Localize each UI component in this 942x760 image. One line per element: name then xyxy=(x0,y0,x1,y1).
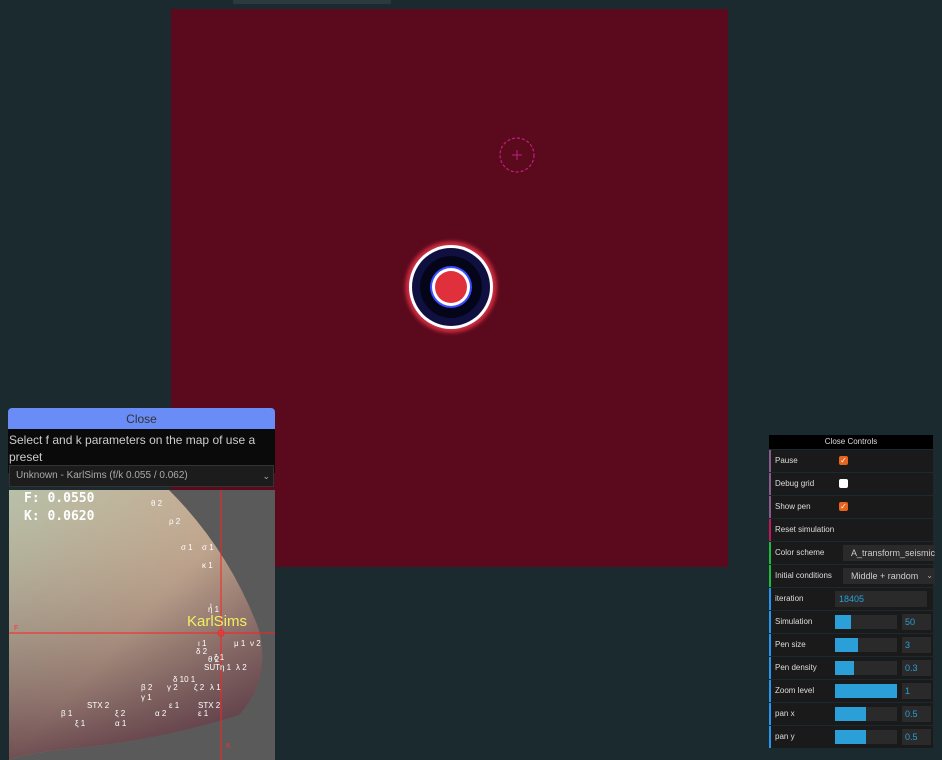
pause-label: Pause xyxy=(775,456,798,465)
debug-grid-checkbox[interactable] xyxy=(839,479,848,488)
show-pen-checkbox[interactable]: ✓ xyxy=(839,502,848,511)
preset-close-button[interactable]: Close xyxy=(8,408,275,429)
map-preset-label[interactable]: ξ 2 xyxy=(115,709,125,718)
map-preset-label[interactable]: λ 2 xyxy=(236,663,247,672)
map-preset-label[interactable]: ξ 1 xyxy=(75,719,85,728)
spot-center xyxy=(435,271,467,303)
controls-panel: Close Controls Pause ✓ Debug grid Show p… xyxy=(769,435,935,748)
map-preset-label[interactable]: β 1 xyxy=(61,709,72,718)
preset-panel: Close Select f and k parameters on the m… xyxy=(8,408,275,760)
initial-conditions-value: Middle + random xyxy=(851,571,919,581)
map-preset-label[interactable]: γ 2 xyxy=(167,683,178,692)
chevron-down-icon: ⌄ xyxy=(926,571,933,580)
map-preset-label[interactable]: γ 1 xyxy=(141,693,152,702)
color-scheme-row: Color scheme A_transform_seismic xyxy=(769,542,935,564)
map-preset-label[interactable]: ε 1 xyxy=(169,701,179,710)
chevron-down-icon: ⌄ xyxy=(262,471,270,481)
color-scheme-label: Color scheme xyxy=(775,548,825,557)
k-readout: K: 0.0620 xyxy=(24,509,95,524)
reset-simulation-button[interactable]: Reset simulation xyxy=(769,519,933,541)
fk-parameter-map[interactable]: F: 0.0550 K: 0.0620 KarlSims F K θ 2 ρ 2 σ… xyxy=(9,490,275,760)
map-preset-label[interactable]: θ 2 xyxy=(151,499,162,508)
simulation-label: Simulation xyxy=(775,617,813,626)
reset-simulation-label: Reset simulation xyxy=(775,525,835,534)
pen-cursor-icon xyxy=(499,137,535,173)
pan-y-row: pan y 0.5 xyxy=(769,726,933,748)
pen-size-value-field[interactable]: 3 xyxy=(902,637,931,653)
initial-conditions-label: Initial conditions xyxy=(775,571,832,580)
map-preset-label[interactable]: β 2 xyxy=(141,683,152,692)
zoom-level-slider[interactable] xyxy=(835,684,897,698)
pan-x-slider[interactable] xyxy=(835,707,897,721)
f-readout: F: 0.0550 xyxy=(24,491,95,506)
pan-x-row: pan x 0.5 xyxy=(769,703,933,725)
pen-density-label: Pen density xyxy=(775,663,817,672)
simulation-slider[interactable] xyxy=(835,615,897,629)
pause-row[interactable]: Pause ✓ xyxy=(769,450,933,472)
map-preset-label[interactable]: κ 1 xyxy=(202,561,213,570)
pan-y-label: pan y xyxy=(775,732,795,741)
zoom-level-label: Zoom level xyxy=(775,686,815,695)
pen-density-slider[interactable] xyxy=(835,661,897,675)
map-preset-label[interactable]: σ 1 xyxy=(181,543,193,552)
top-bar xyxy=(233,0,391,4)
preset-select-value: Unknown - KarlSims (f/k 0.055 / 0.062) xyxy=(16,470,188,481)
map-preset-label[interactable]: ζ 1 xyxy=(214,653,224,662)
map-preset-label[interactable]: α 2 xyxy=(155,709,166,718)
iteration-row: iteration 18405 xyxy=(769,588,933,610)
pan-y-slider-fill xyxy=(835,730,866,744)
debug-grid-row[interactable]: Debug grid xyxy=(769,473,933,495)
pen-density-value-field[interactable]: 0.3 xyxy=(902,660,931,676)
pan-x-slider-fill xyxy=(835,707,866,721)
pen-density-slider-fill xyxy=(835,661,854,675)
map-preset-label[interactable]: σ 1 xyxy=(202,543,214,552)
crosshair-label: KarlSims xyxy=(187,613,248,630)
pen-size-slider[interactable] xyxy=(835,638,897,652)
map-preset-label[interactable]: η 1 xyxy=(208,605,219,614)
iteration-label: iteration xyxy=(775,594,804,603)
pause-checkbox[interactable]: ✓ xyxy=(839,456,848,465)
zoom-level-row: Zoom level 1 xyxy=(769,680,933,702)
map-preset-label[interactable]: STX 2 xyxy=(87,701,109,710)
map-preset-label[interactable]: ν 2 xyxy=(250,639,261,648)
map-preset-label[interactable]: ζ 2 xyxy=(194,683,204,692)
zoom-level-slider-fill xyxy=(835,684,897,698)
iteration-field[interactable]: 18405 xyxy=(835,591,927,607)
pan-x-label: pan x xyxy=(775,709,795,718)
simulation-row: Simulation 50 xyxy=(769,611,933,633)
pan-y-value-field[interactable]: 0.5 xyxy=(902,729,931,745)
initial-conditions-select[interactable]: Middle + random ⌄ xyxy=(843,568,935,584)
initial-conditions-row: Initial conditions Middle + random ⌄ xyxy=(769,565,935,587)
preset-select[interactable]: Unknown - KarlSims (f/k 0.055 / 0.062) ⌄ xyxy=(9,465,274,487)
pen-density-row: Pen density 0.3 xyxy=(769,657,933,679)
zoom-level-value-field[interactable]: 1 xyxy=(902,683,931,699)
pan-x-value-field[interactable]: 0.5 xyxy=(902,706,931,722)
debug-grid-label: Debug grid xyxy=(775,479,815,488)
pen-size-row: Pen size 3 xyxy=(769,634,933,656)
color-scheme-value: A_transform_seismic xyxy=(851,548,935,558)
color-scheme-select[interactable]: A_transform_seismic xyxy=(843,545,935,561)
map-preset-label[interactable]: δ 2 xyxy=(196,647,207,656)
simulation-value-field[interactable]: 50 xyxy=(902,614,931,630)
map-preset-label[interactable]: α 1 xyxy=(115,719,126,728)
map-preset-label[interactable]: λ 1 xyxy=(210,683,221,692)
map-preset-label[interactable]: ε 1 xyxy=(198,709,208,718)
f-axis-label: F xyxy=(14,625,19,632)
slider-rows: Simulation 50 Pen size 3 Pen density 0.3 Zoom … xyxy=(769,611,933,748)
pen-size-label: Pen size xyxy=(775,640,806,649)
map-preset-label[interactable]: η 1 xyxy=(220,663,231,672)
close-controls-button[interactable]: Close Controls xyxy=(769,435,933,449)
map-preset-label[interactable]: ρ 2 xyxy=(169,517,180,526)
pen-size-slider-fill xyxy=(835,638,858,652)
show-pen-label: Show pen xyxy=(775,502,811,511)
show-pen-row[interactable]: Show pen ✓ xyxy=(769,496,933,518)
map-preset-label[interactable]: μ 1 xyxy=(234,639,245,648)
pan-y-slider[interactable] xyxy=(835,730,897,744)
map-preset-label[interactable]: SUT xyxy=(204,663,220,672)
k-axis-label: K xyxy=(226,743,231,750)
simulation-slider-fill xyxy=(835,615,851,629)
